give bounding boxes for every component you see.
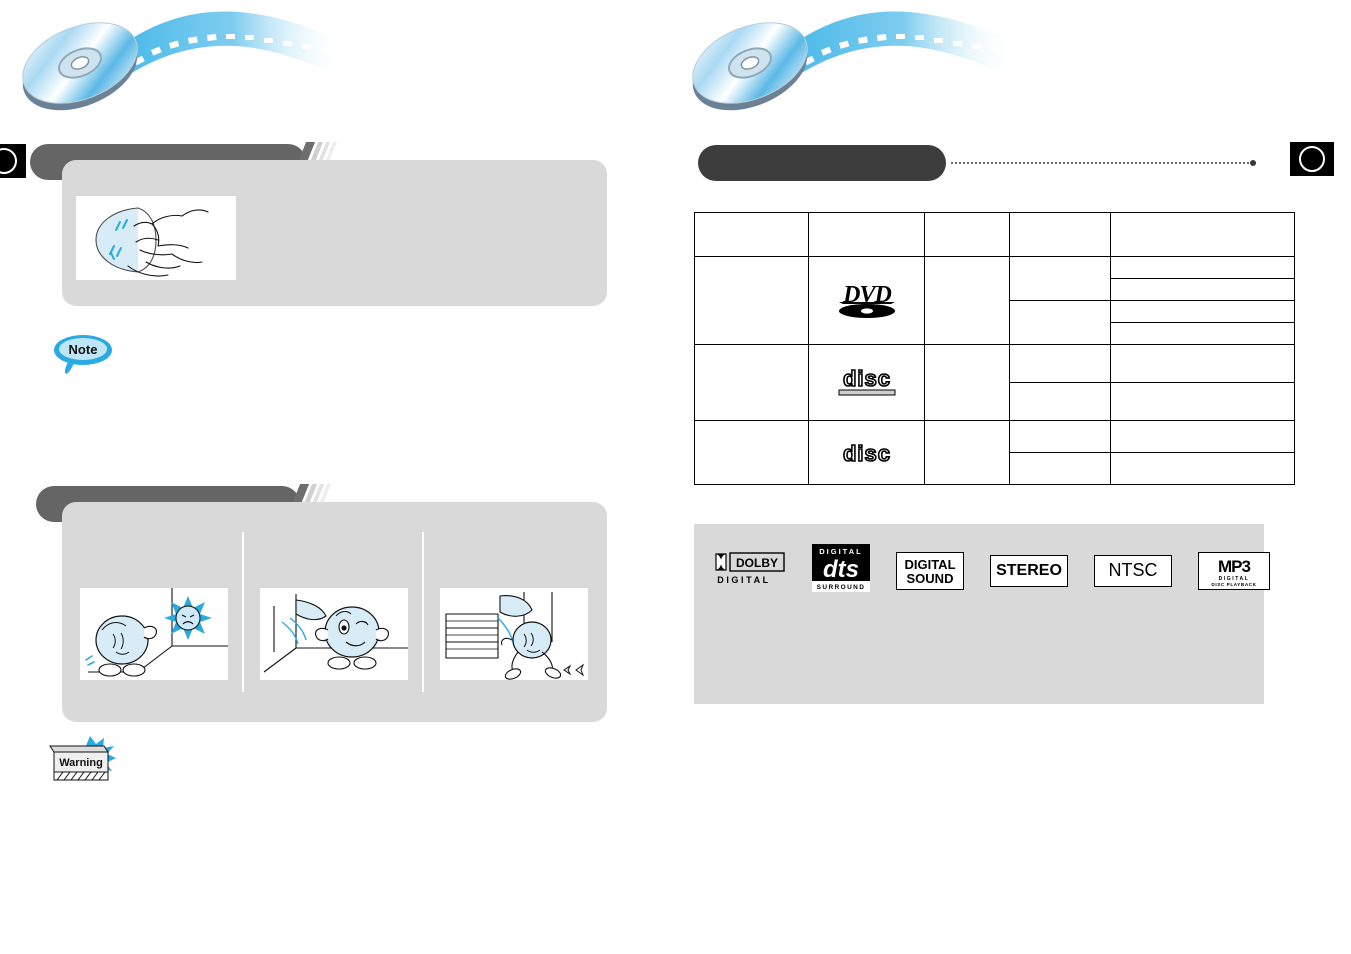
disc-near-heater-illustration [440, 588, 588, 680]
svg-text:disc: disc [842, 366, 890, 391]
warning-badge-label: Warning [59, 757, 103, 769]
dts-line1: DIGITAL [819, 547, 862, 556]
ntsc-logo: NTSC [1094, 554, 1172, 587]
cell-characteristic [1110, 452, 1295, 485]
section-header-bar-fill-right [698, 145, 946, 181]
audio-cd-logo: disc [808, 344, 925, 421]
page-number-badge-right [1290, 142, 1334, 176]
table-row: disc [694, 344, 1295, 421]
page-number [0, 148, 17, 174]
digital-sound-line1: DIGITAL [904, 557, 955, 572]
page-number [1299, 146, 1325, 172]
col-header-logo [808, 212, 925, 257]
mp3-line1: MP3 [1218, 557, 1251, 576]
table-row: DVD [694, 256, 1295, 345]
section-1-panel [62, 160, 607, 306]
col-header-characteristics [1110, 212, 1295, 257]
digital-sound-logo: DIGITAL SOUND [896, 551, 964, 590]
disc-in-sunlight-illustration [80, 588, 228, 680]
cell-characteristic [1110, 300, 1295, 323]
dts-digital-surround-logo: DIGITAL dts SURROUND [812, 544, 870, 597]
dotted-leader-line [950, 162, 1256, 164]
dvd-video-logo: DVD [808, 256, 925, 345]
mp3-line3: DISC PLAYBACK [1211, 582, 1256, 587]
manual-page-right: DVD disc disc DOLBY DIGITAL DIGITAL dts … [676, 0, 1351, 954]
cell-characteristic [1110, 256, 1295, 279]
cell-playing-time [1009, 382, 1111, 421]
section-header-bar-right [698, 145, 946, 181]
col-header-playing-time [1009, 212, 1111, 257]
dolby-digital-line1: DOLBY [736, 556, 778, 570]
dts-line3: SURROUND [817, 584, 866, 591]
cell-playing-time [1009, 420, 1111, 453]
note-badge-label: Note [69, 342, 98, 357]
cell-characteristic [1110, 344, 1295, 383]
disc-film-ribbon-graphic [676, 2, 1016, 122]
cell-characteristic [1110, 420, 1295, 453]
manual-page-left: Note Warning [0, 0, 676, 954]
panel-divider [242, 532, 244, 692]
stereo-logo: STEREO [990, 554, 1068, 587]
cell-characteristic [1110, 322, 1295, 345]
video-cd-logo: disc [808, 420, 925, 485]
cell-playing-time [1009, 256, 1111, 301]
cell-characteristic [1110, 382, 1295, 421]
page-number-badge-left [0, 144, 26, 178]
panel-divider [422, 532, 424, 692]
cell-playing-time [1009, 452, 1111, 485]
cell-playing-time [1009, 344, 1111, 383]
cell-disc-type [694, 420, 809, 485]
note-badge: Note [52, 332, 116, 374]
digital-sound-line2: SOUND [907, 571, 954, 586]
cell-characteristic [1110, 278, 1295, 301]
mp3-playback-logo: MP3 DIGITAL DISC PLAYBACK [1198, 551, 1270, 590]
warning-badge: Warning [46, 736, 116, 782]
cell-disc-size [924, 344, 1010, 421]
cell-disc-type [694, 256, 809, 345]
leader-end-dot [1250, 160, 1256, 166]
cell-disc-type [694, 344, 809, 421]
col-header-size [924, 212, 1010, 257]
ntsc-label: NTSC [1108, 560, 1158, 580]
disc-film-ribbon-graphic [6, 2, 346, 122]
dolby-digital-line2: DIGITAL [717, 575, 771, 585]
section-2-panel [62, 502, 607, 722]
disc-near-window-illustration [260, 588, 408, 680]
table-header-row [694, 212, 1295, 257]
col-header-disc-types [694, 212, 809, 257]
stereo-label: STEREO [996, 561, 1062, 579]
table-row: disc [694, 420, 1295, 485]
hand-cleaning-disc-illustration [76, 196, 236, 280]
dts-line2: dts [823, 556, 859, 583]
dolby-digital-logo: DOLBY DIGITAL [714, 550, 786, 591]
cell-playing-time [1009, 300, 1111, 345]
svg-text:disc: disc [842, 441, 890, 466]
cell-disc-size [924, 256, 1010, 345]
format-logos-panel: DOLBY DIGITAL DIGITAL dts SURROUND DIGIT… [694, 524, 1270, 704]
cell-disc-size [924, 420, 1010, 485]
disc-types-table: DVD disc disc [694, 212, 1295, 485]
